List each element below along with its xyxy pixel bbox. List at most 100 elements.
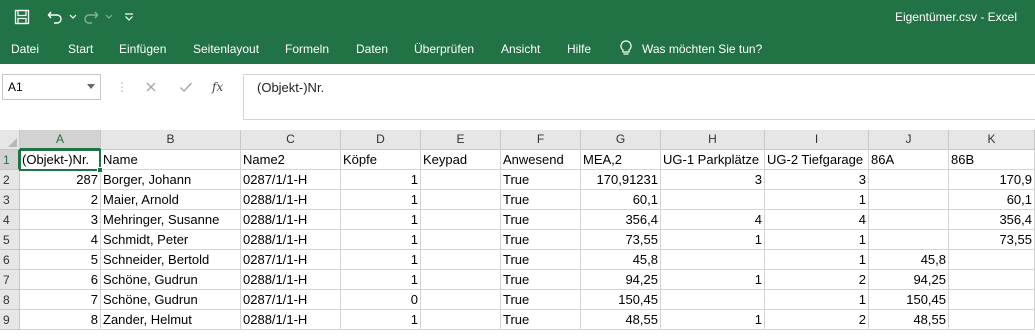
column-header-c[interactable]: C [241, 130, 341, 150]
cell-i9[interactable]: 2 [765, 310, 869, 330]
spreadsheet-grid[interactable]: A B C D E F G H I J K 1 (Objekt-)Nr. Name Name2 Köpfe Ke… [0, 130, 1035, 336]
cell-j1[interactable]: 86A [869, 150, 949, 170]
enter-icon[interactable] [175, 74, 197, 100]
cell-c5[interactable]: 0288/1/1-H [241, 230, 341, 250]
row-header-6[interactable]: 6 [0, 250, 20, 270]
cell-k3[interactable]: 60,1 [949, 190, 1035, 210]
cell-j4[interactable] [869, 210, 949, 230]
cell-c4[interactable]: 0288/1/1-H [241, 210, 341, 230]
cell-k7[interactable] [949, 270, 1035, 290]
cell-a8[interactable]: 7 [20, 290, 101, 310]
cell-h5[interactable]: 1 [661, 230, 765, 250]
cell-k6[interactable] [949, 250, 1035, 270]
cell-f7[interactable]: True [501, 270, 581, 290]
cell-d1[interactable]: Köpfe [341, 150, 421, 170]
cell-e7[interactable] [421, 270, 501, 290]
cell-k2[interactable]: 170,9 [949, 170, 1035, 190]
cell-e3[interactable] [421, 190, 501, 210]
cell-d9[interactable]: 1 [341, 310, 421, 330]
cell-e1[interactable]: Keypad [421, 150, 501, 170]
customize-icon[interactable] [116, 0, 142, 34]
row-header-9[interactable]: 9 [0, 310, 20, 330]
row-header-8[interactable]: 8 [0, 290, 20, 310]
column-header-g[interactable]: G [581, 130, 661, 150]
cell-a1[interactable]: (Objekt-)Nr. [20, 150, 101, 170]
cancel-icon[interactable] [140, 74, 162, 100]
cell-h6[interactable] [661, 250, 765, 270]
tab-ansicht[interactable]: Ansicht [501, 34, 540, 64]
cell-g5[interactable]: 73,55 [581, 230, 661, 250]
cell-f3[interactable]: True [501, 190, 581, 210]
cell-c6[interactable]: 0287/1/1-H [241, 250, 341, 270]
cell-c2[interactable]: 0287/1/1-H [241, 170, 341, 190]
cell-k1[interactable]: 86B [949, 150, 1035, 170]
column-header-b[interactable]: B [101, 130, 241, 150]
cell-g4[interactable]: 356,4 [581, 210, 661, 230]
cell-b8[interactable]: Schöne, Gudrun [101, 290, 241, 310]
row-header-1[interactable]: 1 [0, 150, 20, 170]
cell-j3[interactable] [869, 190, 949, 210]
cell-j6[interactable]: 45,8 [869, 250, 949, 270]
save-icon[interactable] [0, 0, 44, 34]
cell-g8[interactable]: 150,45 [581, 290, 661, 310]
cell-h8[interactable] [661, 290, 765, 310]
cell-f1[interactable]: Anwesend [501, 150, 581, 170]
column-header-a[interactable]: A [20, 130, 101, 150]
cell-b2[interactable]: Borger, Johann [101, 170, 241, 190]
cell-d4[interactable]: 1 [341, 210, 421, 230]
cell-b4[interactable]: Mehringer, Susanne [101, 210, 241, 230]
cell-b9[interactable]: Zander, Helmut [101, 310, 241, 330]
tab-formeln[interactable]: Formeln [285, 34, 329, 64]
cell-c8[interactable]: 0287/1/1-H [241, 290, 341, 310]
cell-e2[interactable] [421, 170, 501, 190]
cell-g6[interactable]: 45,8 [581, 250, 661, 270]
cell-f6[interactable]: True [501, 250, 581, 270]
cell-e9[interactable] [421, 310, 501, 330]
row-header-4[interactable]: 4 [0, 210, 20, 230]
row-header-5[interactable]: 5 [0, 230, 20, 250]
cell-g2[interactable]: 170,91231 [581, 170, 661, 190]
cell-f8[interactable]: True [501, 290, 581, 310]
cell-f4[interactable]: True [501, 210, 581, 230]
cell-a3[interactable]: 2 [20, 190, 101, 210]
cell-i1[interactable]: UG-2 Tiefgarage [765, 150, 869, 170]
column-header-k[interactable]: K [949, 130, 1035, 150]
cell-i3[interactable]: 1 [765, 190, 869, 210]
tab-daten[interactable]: Daten [356, 34, 388, 64]
redo-icon[interactable] [80, 0, 102, 34]
cell-i8[interactable]: 1 [765, 290, 869, 310]
tab-start[interactable]: Start [68, 34, 93, 64]
cell-d7[interactable]: 1 [341, 270, 421, 290]
cell-b3[interactable]: Maier, Arnold [101, 190, 241, 210]
tab-hilfe[interactable]: Hilfe [567, 34, 591, 64]
redo-dropdown-icon[interactable] [102, 0, 116, 34]
cell-h4[interactable]: 4 [661, 210, 765, 230]
cell-j9[interactable]: 48,55 [869, 310, 949, 330]
cell-a5[interactable]: 4 [20, 230, 101, 250]
cell-d6[interactable]: 1 [341, 250, 421, 270]
cell-i4[interactable]: 4 [765, 210, 869, 230]
cell-j5[interactable] [869, 230, 949, 250]
formula-input[interactable]: (Objekt-)Nr. [243, 74, 1035, 120]
cell-i5[interactable]: 1 [765, 230, 869, 250]
column-header-e[interactable]: E [421, 130, 501, 150]
cell-h1[interactable]: UG-1 Parkplätze [661, 150, 765, 170]
cell-a7[interactable]: 6 [20, 270, 101, 290]
column-header-d[interactable]: D [341, 130, 421, 150]
cell-e4[interactable] [421, 210, 501, 230]
cell-j2[interactable] [869, 170, 949, 190]
name-box[interactable]: A1 [2, 74, 101, 100]
cell-a2[interactable]: 287 [20, 170, 101, 190]
cell-k5[interactable]: 73,55 [949, 230, 1035, 250]
cell-c1[interactable]: Name2 [241, 150, 341, 170]
cell-a4[interactable]: 3 [20, 210, 101, 230]
cell-g1[interactable]: MEA,2 [581, 150, 661, 170]
tab-ueberpruefen[interactable]: Überprüfen [414, 34, 474, 64]
cell-f2[interactable]: True [501, 170, 581, 190]
row-header-7[interactable]: 7 [0, 270, 20, 290]
cell-i7[interactable]: 2 [765, 270, 869, 290]
tell-me-search[interactable]: Was möchten Sie tun? [620, 34, 762, 64]
cell-e6[interactable] [421, 250, 501, 270]
cell-f5[interactable]: True [501, 230, 581, 250]
cell-d8[interactable]: 0 [341, 290, 421, 310]
